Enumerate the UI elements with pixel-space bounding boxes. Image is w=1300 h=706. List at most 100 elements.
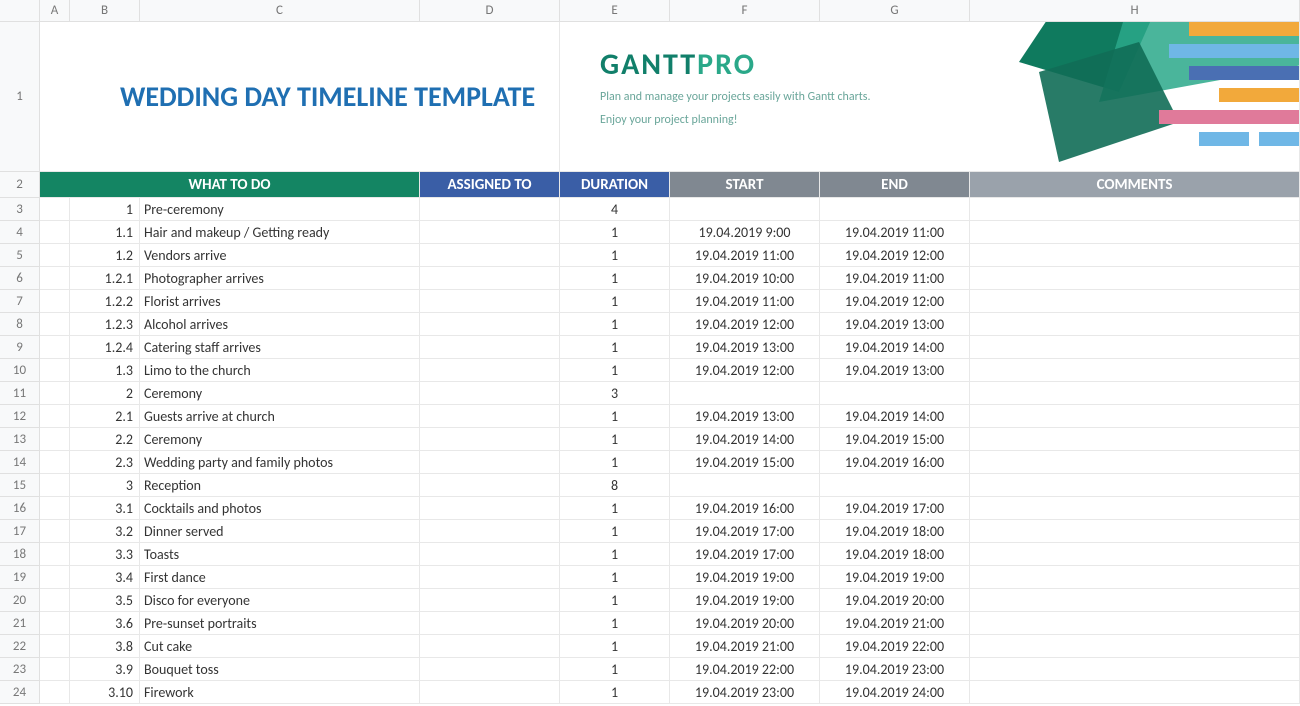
cell-task[interactable]: Bouquet toss: [140, 658, 420, 681]
cell-end[interactable]: 19.04.2019 14:00: [820, 405, 970, 428]
cell-task[interactable]: Pre-ceremony: [140, 198, 420, 221]
cell-id[interactable]: 3.6: [70, 612, 140, 635]
col-header-G[interactable]: G: [820, 0, 970, 22]
cell-empty[interactable]: [40, 405, 70, 428]
cell-start[interactable]: 19.04.2019 13:00: [670, 405, 820, 428]
cell-start[interactable]: 19.04.2019 14:00: [670, 428, 820, 451]
cell-comments[interactable]: [970, 543, 1300, 566]
row-header-19[interactable]: 19: [0, 566, 40, 589]
cell-task[interactable]: Wedding party and family photos: [140, 451, 420, 474]
cell-comments[interactable]: [970, 589, 1300, 612]
cell-end[interactable]: 19.04.2019 11:00: [820, 267, 970, 290]
cell-task[interactable]: Hair and makeup / Getting ready: [140, 221, 420, 244]
cell-id[interactable]: 3.9: [70, 658, 140, 681]
cell-duration[interactable]: 4: [560, 198, 670, 221]
cell-duration[interactable]: 1: [560, 589, 670, 612]
cell-empty[interactable]: [40, 290, 70, 313]
cell-comments[interactable]: [970, 635, 1300, 658]
cell-task[interactable]: Pre-sunset portraits: [140, 612, 420, 635]
cell-duration[interactable]: 1: [560, 681, 670, 704]
cell-comments[interactable]: [970, 267, 1300, 290]
row-header-22[interactable]: 22: [0, 635, 40, 658]
cell-comments[interactable]: [970, 290, 1300, 313]
cell-duration[interactable]: 1: [560, 543, 670, 566]
cell-empty[interactable]: [40, 451, 70, 474]
cell-comments[interactable]: [970, 658, 1300, 681]
cell-id[interactable]: 3.4: [70, 566, 140, 589]
cell-end[interactable]: 19.04.2019 16:00: [820, 451, 970, 474]
cell-task[interactable]: Alcohol arrives: [140, 313, 420, 336]
header-assigned-to[interactable]: ASSIGNED TO: [420, 172, 560, 198]
cell-end[interactable]: [820, 198, 970, 221]
cell-id[interactable]: 3.8: [70, 635, 140, 658]
cell-task[interactable]: Reception: [140, 474, 420, 497]
page-title[interactable]: WEDDING DAY TIMELINE TEMPLATE: [40, 22, 560, 172]
cell-comments[interactable]: [970, 336, 1300, 359]
row-header-9[interactable]: 9: [0, 336, 40, 359]
cell-empty[interactable]: [40, 221, 70, 244]
cell-comments[interactable]: [970, 244, 1300, 267]
cell-empty[interactable]: [40, 681, 70, 704]
cell-assigned[interactable]: [420, 198, 560, 221]
cell-task[interactable]: Cocktails and photos: [140, 497, 420, 520]
row-header-20[interactable]: 20: [0, 589, 40, 612]
cell-id[interactable]: 3: [70, 474, 140, 497]
cell-empty[interactable]: [40, 635, 70, 658]
cell-assigned[interactable]: [420, 267, 560, 290]
row-header-12[interactable]: 12: [0, 405, 40, 428]
row-header-4[interactable]: 4: [0, 221, 40, 244]
cell-duration[interactable]: 1: [560, 313, 670, 336]
cell-comments[interactable]: [970, 198, 1300, 221]
cell-duration[interactable]: 1: [560, 566, 670, 589]
row-header-24[interactable]: 24: [0, 681, 40, 704]
cell-id[interactable]: 1.2.1: [70, 267, 140, 290]
cell-duration[interactable]: 1: [560, 267, 670, 290]
cell-id[interactable]: 3.2: [70, 520, 140, 543]
cell-assigned[interactable]: [420, 658, 560, 681]
cell-start[interactable]: [670, 474, 820, 497]
row-header-16[interactable]: 16: [0, 497, 40, 520]
cell-assigned[interactable]: [420, 290, 560, 313]
cell-end[interactable]: 19.04.2019 17:00: [820, 497, 970, 520]
cell-duration[interactable]: 1: [560, 244, 670, 267]
cell-task[interactable]: First dance: [140, 566, 420, 589]
cell-empty[interactable]: [40, 474, 70, 497]
cell-end[interactable]: 19.04.2019 14:00: [820, 336, 970, 359]
cell-duration[interactable]: 1: [560, 428, 670, 451]
cell-task[interactable]: Disco for everyone: [140, 589, 420, 612]
cell-task[interactable]: Florist arrives: [140, 290, 420, 313]
header-end[interactable]: END: [820, 172, 970, 198]
cell-duration[interactable]: 3: [560, 382, 670, 405]
cell-assigned[interactable]: [420, 681, 560, 704]
cell-id[interactable]: 2.3: [70, 451, 140, 474]
cell-task[interactable]: Firework: [140, 681, 420, 704]
cell-start[interactable]: 19.04.2019 22:00: [670, 658, 820, 681]
cell-start[interactable]: 19.04.2019 19:00: [670, 566, 820, 589]
cell-id[interactable]: 1: [70, 198, 140, 221]
cell-duration[interactable]: 1: [560, 290, 670, 313]
cell-assigned[interactable]: [420, 589, 560, 612]
cell-comments[interactable]: [970, 681, 1300, 704]
cell-id[interactable]: 1.1: [70, 221, 140, 244]
cell-start[interactable]: 19.04.2019 17:00: [670, 543, 820, 566]
cell-end[interactable]: 19.04.2019 19:00: [820, 566, 970, 589]
cell-assigned[interactable]: [420, 405, 560, 428]
cell-empty[interactable]: [40, 520, 70, 543]
cell-assigned[interactable]: [420, 336, 560, 359]
col-header-B[interactable]: B: [70, 0, 140, 22]
header-start[interactable]: START: [670, 172, 820, 198]
cell-comments[interactable]: [970, 566, 1300, 589]
cell-start[interactable]: 19.04.2019 17:00: [670, 520, 820, 543]
cell-start[interactable]: 19.04.2019 9:00: [670, 221, 820, 244]
cell-duration[interactable]: 1: [560, 658, 670, 681]
col-header-C[interactable]: C: [140, 0, 420, 22]
cell-assigned[interactable]: [420, 244, 560, 267]
cell-assigned[interactable]: [420, 474, 560, 497]
cell-id[interactable]: 3.10: [70, 681, 140, 704]
row-header-10[interactable]: 10: [0, 359, 40, 382]
cell-end[interactable]: 19.04.2019 18:00: [820, 543, 970, 566]
cell-comments[interactable]: [970, 474, 1300, 497]
row-header-1[interactable]: 1: [0, 22, 40, 172]
cell-empty[interactable]: [40, 267, 70, 290]
cell-duration[interactable]: 1: [560, 635, 670, 658]
